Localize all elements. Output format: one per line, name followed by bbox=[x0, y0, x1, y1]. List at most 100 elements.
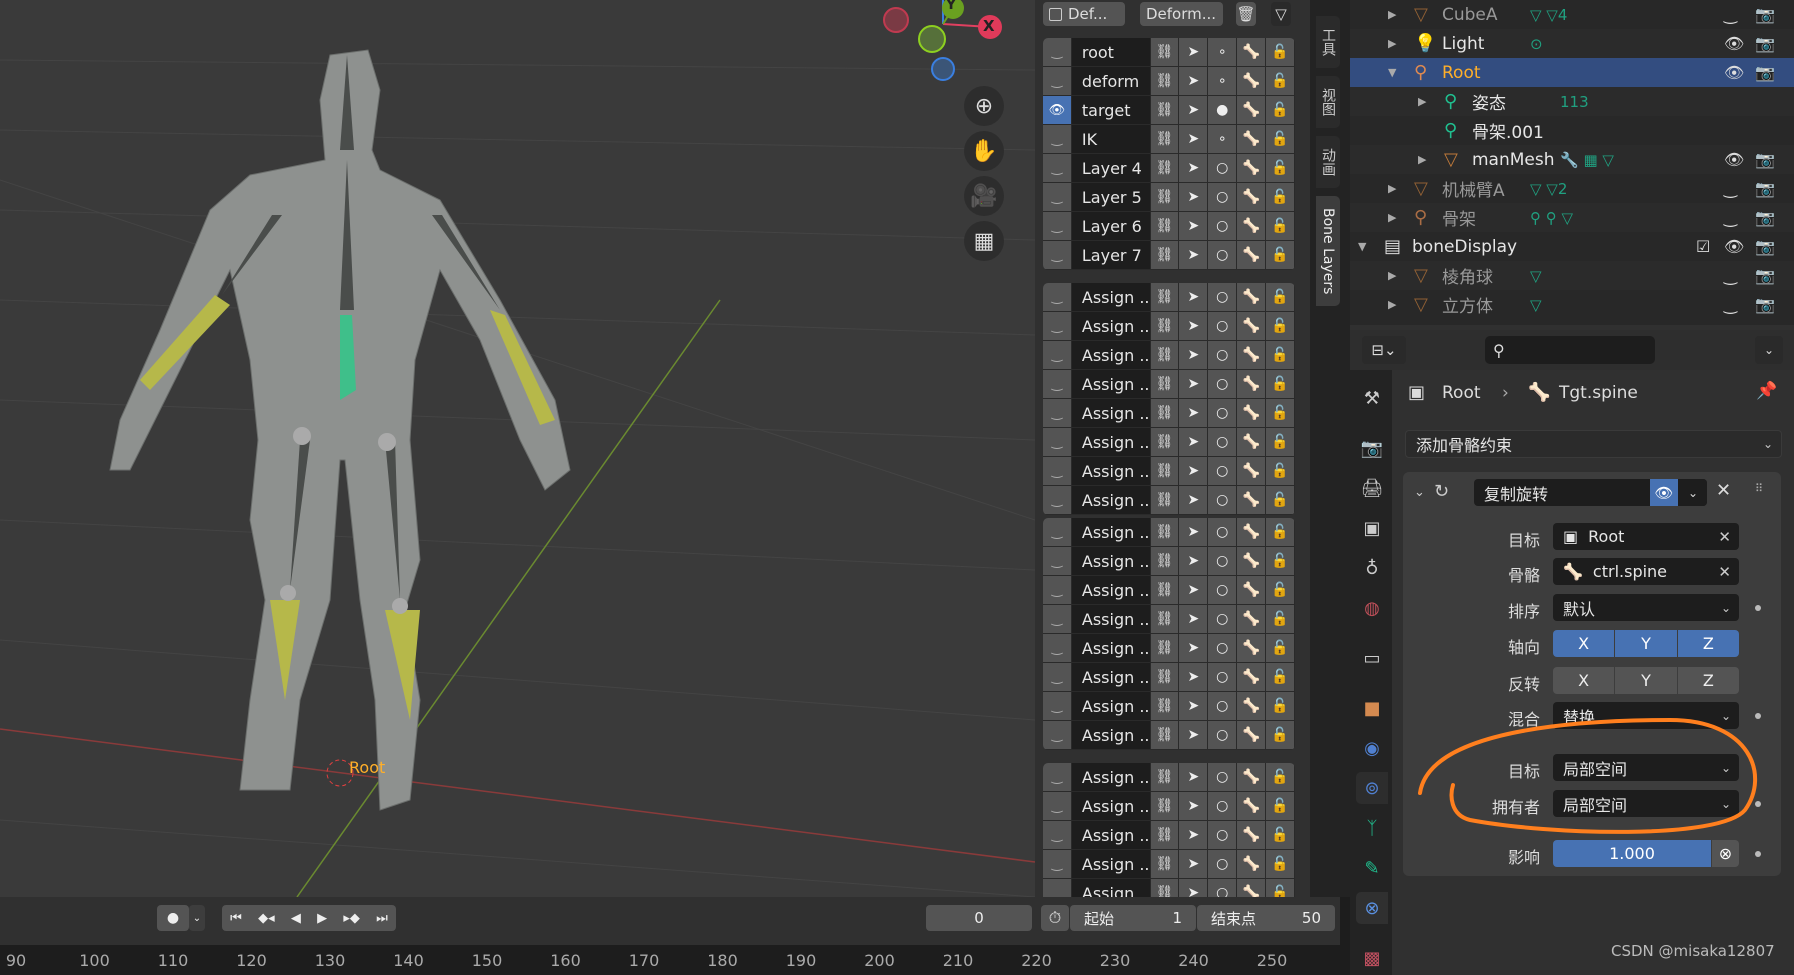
eye-closed-icon[interactable]: ‿ bbox=[1043, 576, 1071, 604]
eye-closed-icon[interactable]: ‿ bbox=[1043, 486, 1071, 514]
eye-closed-icon[interactable]: ‿ bbox=[1043, 547, 1071, 575]
bone-layer-name[interactable]: Assign ... bbox=[1071, 457, 1150, 485]
lock-icon[interactable]: 🔓 bbox=[1266, 576, 1294, 604]
unlink-icon[interactable]: ⛓ bbox=[1150, 212, 1179, 240]
play-icon[interactable]: ▶ bbox=[317, 911, 327, 926]
active-icon[interactable]: ○ bbox=[1208, 154, 1237, 182]
select-icon[interactable]: ➤ bbox=[1179, 792, 1208, 820]
lock-icon[interactable]: 🔓 bbox=[1266, 605, 1294, 633]
bone-layer-name[interactable]: Assign ... bbox=[1071, 283, 1150, 311]
outliner-row[interactable]: ▼ ▤ boneDisplay ☑ 👁 📷 bbox=[1350, 232, 1794, 261]
outliner-row[interactable]: ▶ ⚲ 骨架 ⚲ ⚲ ▽ ‿ 📷 bbox=[1350, 203, 1794, 232]
unlink-icon[interactable]: ⛓ bbox=[1150, 312, 1179, 340]
eye-closed-icon[interactable]: ‿ bbox=[1043, 38, 1071, 66]
camera-render-icon[interactable]: 📷 bbox=[1755, 5, 1775, 24]
bone-icon[interactable]: 🦴 bbox=[1237, 96, 1266, 124]
lock-icon[interactable]: 🔓 bbox=[1266, 634, 1294, 662]
bone-layer-name[interactable]: Assign ... bbox=[1071, 763, 1150, 791]
eye-icon[interactable]: 👁 bbox=[1724, 150, 1744, 169]
select-icon[interactable]: ➤ bbox=[1179, 850, 1208, 878]
3d-viewport[interactable]: Y X ⊕ ✋ 🎥 ▦ Root bbox=[0, 0, 1035, 897]
active-icon[interactable]: ∘ bbox=[1208, 67, 1237, 95]
outliner-item-data-badges[interactable]: 🔧 ▦ ▽ bbox=[1560, 151, 1614, 169]
bone-layer-name[interactable]: Assign ... bbox=[1071, 634, 1150, 662]
active-icon[interactable]: ● bbox=[1208, 96, 1237, 124]
bone-icon[interactable]: 🦴 bbox=[1237, 486, 1266, 514]
filter-icon[interactable]: ▽ bbox=[1271, 2, 1291, 26]
bone-icon[interactable]: 🦴 bbox=[1237, 283, 1266, 311]
select-icon[interactable]: ➤ bbox=[1179, 38, 1208, 66]
unlink-icon[interactable]: ⛓ bbox=[1150, 399, 1179, 427]
active-icon[interactable]: ○ bbox=[1208, 457, 1237, 485]
tab-animation[interactable]: 动画 bbox=[1316, 136, 1340, 188]
lock-icon[interactable]: 🔓 bbox=[1266, 154, 1294, 182]
lock-icon[interactable]: 🔓 bbox=[1266, 486, 1294, 514]
eye-closed-icon[interactable]: ‿ bbox=[1043, 67, 1071, 95]
active-icon[interactable]: ○ bbox=[1208, 428, 1237, 456]
active-icon[interactable]: ○ bbox=[1208, 821, 1237, 849]
select-icon[interactable]: ➤ bbox=[1179, 692, 1208, 720]
bone-layer-name[interactable]: Layer 4 bbox=[1071, 154, 1150, 182]
lock-icon[interactable]: 🔓 bbox=[1266, 67, 1294, 95]
active-icon[interactable]: ○ bbox=[1208, 721, 1237, 749]
expanded-triangle-icon[interactable]: ▼ bbox=[1388, 66, 1396, 79]
unlink-icon[interactable]: ⛓ bbox=[1150, 663, 1179, 691]
tab-view[interactable]: 视图 bbox=[1316, 76, 1340, 128]
eye-closed-icon[interactable]: ‿ bbox=[1043, 125, 1071, 153]
bone-icon[interactable]: 🦴 bbox=[1237, 341, 1266, 369]
camera-render-icon[interactable]: 📷 bbox=[1755, 150, 1775, 169]
active-icon[interactable]: ○ bbox=[1208, 634, 1237, 662]
lock-icon[interactable]: 🔓 bbox=[1266, 312, 1294, 340]
expanded-triangle-icon[interactable]: ▼ bbox=[1358, 240, 1366, 253]
unlink-icon[interactable]: ⛓ bbox=[1150, 457, 1179, 485]
bone-layer-name[interactable]: Layer 7 bbox=[1071, 241, 1150, 269]
active-icon[interactable]: ○ bbox=[1208, 183, 1237, 211]
collapsed-triangle-icon[interactable]: ▶ bbox=[1388, 269, 1396, 282]
lock-icon[interactable]: 🔓 bbox=[1266, 792, 1294, 820]
unlink-icon[interactable]: ⛓ bbox=[1150, 428, 1179, 456]
bone-icon[interactable]: 🦴 bbox=[1237, 241, 1266, 269]
eye-closed-icon[interactable]: ‿ bbox=[1043, 792, 1071, 820]
active-icon[interactable]: ○ bbox=[1208, 399, 1237, 427]
select-icon[interactable]: ➤ bbox=[1179, 125, 1208, 153]
lock-icon[interactable]: 🔓 bbox=[1266, 518, 1294, 546]
active-icon[interactable]: ○ bbox=[1208, 212, 1237, 240]
outliner-item-data-badges[interactable]: ▽ bbox=[1530, 296, 1542, 314]
unlink-icon[interactable]: ⛓ bbox=[1150, 67, 1179, 95]
select-icon[interactable]: ➤ bbox=[1179, 283, 1208, 311]
record-options-chevron[interactable]: ⌄ bbox=[189, 905, 205, 931]
current-frame-field[interactable]: 0 bbox=[926, 905, 1032, 931]
unlink-icon[interactable]: ⛓ bbox=[1150, 370, 1179, 398]
outliner-row[interactable]: ▶ ▽ 棱角球 ▽ ‿ 📷 bbox=[1350, 261, 1794, 290]
eye-closed-icon[interactable]: ‿ bbox=[1043, 605, 1071, 633]
eye-icon[interactable]: 👁 bbox=[1043, 96, 1071, 124]
eye-icon[interactable]: 👁 bbox=[1724, 237, 1744, 256]
active-icon[interactable]: ○ bbox=[1208, 576, 1237, 604]
eye-closed-icon[interactable]: ‿ bbox=[1043, 821, 1071, 849]
unlink-icon[interactable]: ⛓ bbox=[1150, 763, 1179, 791]
collapsed-triangle-icon[interactable]: ▶ bbox=[1418, 153, 1426, 166]
outliner-item-data-badges[interactable]: ⚲ ⚲ ▽ bbox=[1530, 209, 1573, 227]
hidden-eye-icon[interactable]: ‿ bbox=[1724, 266, 1737, 285]
exclude-checkbox[interactable]: ☑ bbox=[1696, 237, 1710, 256]
outliner-item-data-badges[interactable]: ⊙ bbox=[1530, 35, 1543, 53]
eye-closed-icon[interactable]: ‿ bbox=[1043, 692, 1071, 720]
eye-closed-icon[interactable]: ‿ bbox=[1043, 154, 1071, 182]
zoom-icon[interactable]: ⊕ bbox=[964, 86, 1004, 126]
lock-icon[interactable]: 🔓 bbox=[1266, 763, 1294, 791]
unlink-icon[interactable]: ⛓ bbox=[1150, 850, 1179, 878]
start-frame-field[interactable]: 起始 1 bbox=[1070, 905, 1196, 931]
collapsed-triangle-icon[interactable]: ▶ bbox=[1388, 211, 1396, 224]
bone-icon[interactable]: 🦴 bbox=[1237, 850, 1266, 878]
select-icon[interactable]: ➤ bbox=[1179, 399, 1208, 427]
bone-icon[interactable]: 🦴 bbox=[1237, 547, 1266, 575]
select-icon[interactable]: ➤ bbox=[1179, 341, 1208, 369]
select-icon[interactable]: ➤ bbox=[1179, 605, 1208, 633]
select-icon[interactable]: ➤ bbox=[1179, 370, 1208, 398]
eye-closed-icon[interactable]: ‿ bbox=[1043, 663, 1071, 691]
eye-closed-icon[interactable]: ‿ bbox=[1043, 518, 1071, 546]
active-icon[interactable]: ○ bbox=[1208, 341, 1237, 369]
bone-layer-name[interactable]: Assign ... bbox=[1071, 692, 1150, 720]
collapsed-triangle-icon[interactable]: ▶ bbox=[1418, 95, 1426, 108]
unlink-icon[interactable]: ⛓ bbox=[1150, 183, 1179, 211]
